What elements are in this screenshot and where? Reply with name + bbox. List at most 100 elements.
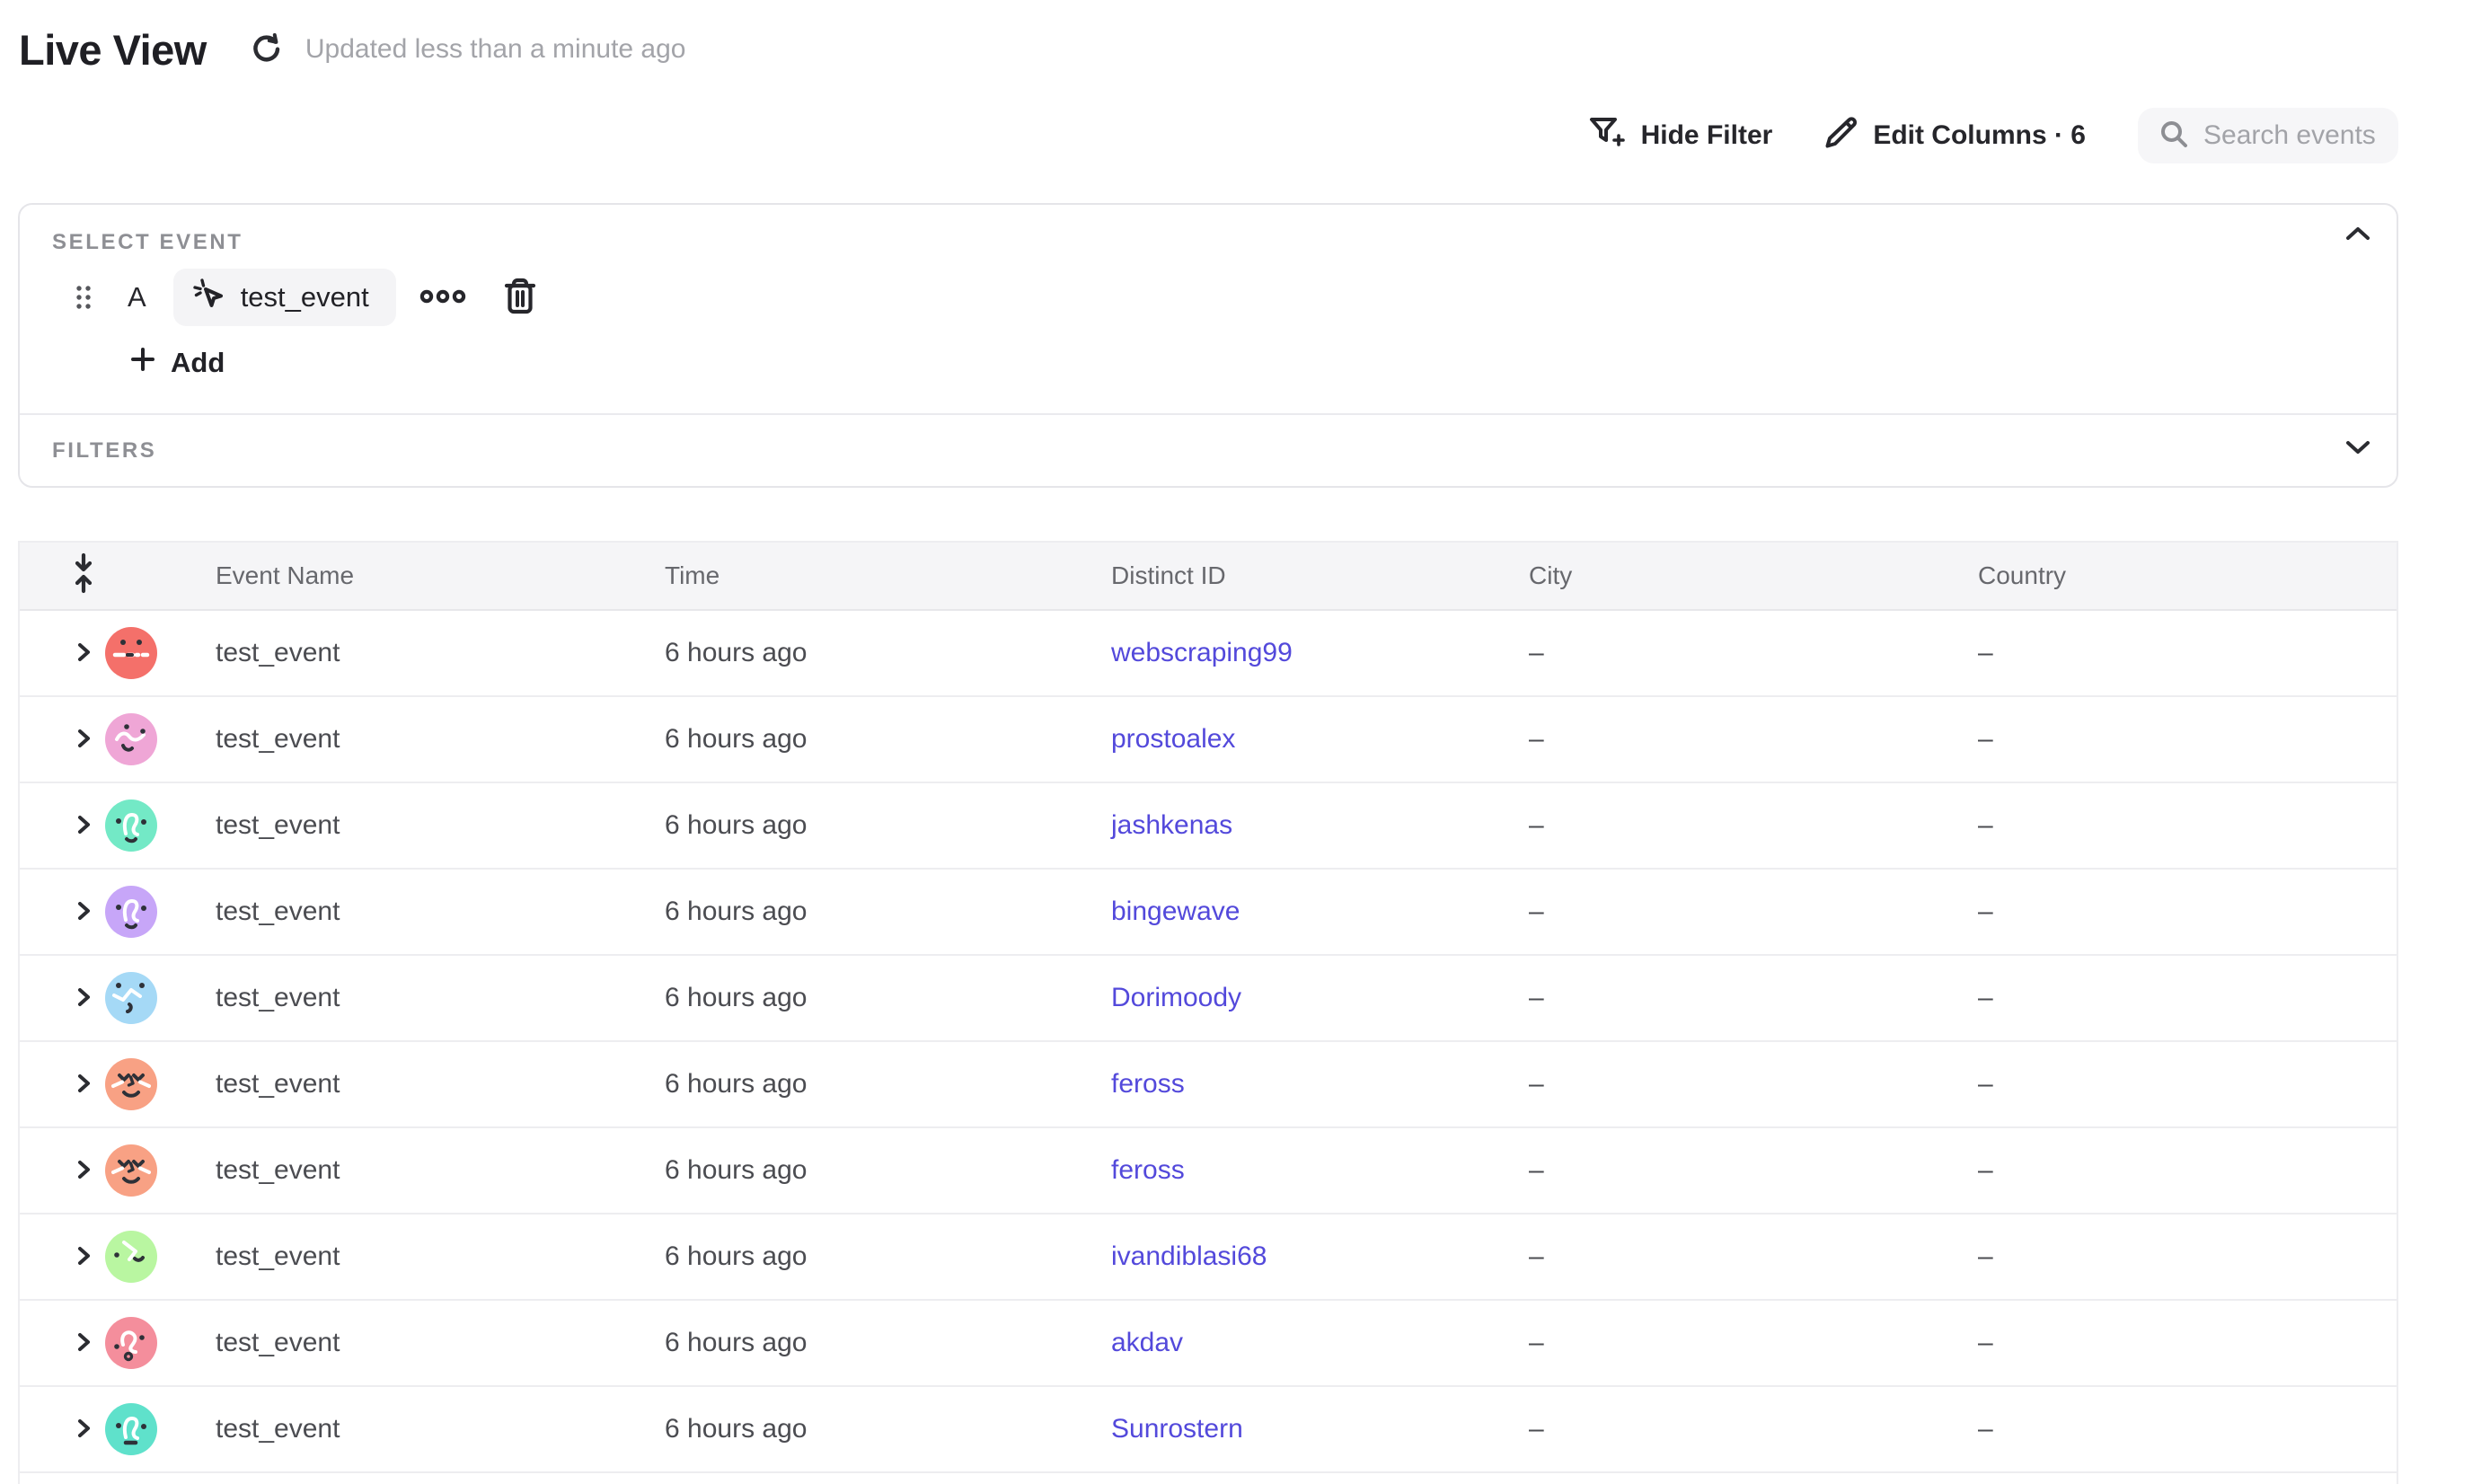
delete-event-button[interactable] — [502, 277, 538, 319]
distinct-id-link[interactable]: Dorimoody — [1111, 983, 1241, 1012]
header-distinct-id[interactable]: Distinct ID — [1095, 561, 1513, 590]
distinct-id-link[interactable]: Sunrostern — [1111, 1414, 1243, 1444]
event-name-cell: test_event — [199, 983, 649, 1013]
hide-filter-button[interactable]: Hide Filter — [1588, 114, 1773, 157]
distinct-id-link[interactable]: ivandiblasi68 — [1111, 1241, 1267, 1271]
user-avatar — [105, 1317, 157, 1369]
collapse-all-button[interactable] — [20, 552, 105, 600]
expand-row-button[interactable] — [72, 1158, 95, 1184]
expand-row-button[interactable] — [72, 1417, 95, 1443]
table-body: test_event 6 hours ago webscraping99 – –… — [20, 611, 2397, 1473]
country-cell: – — [1962, 724, 2397, 755]
event-name-cell: test_event — [199, 1155, 649, 1186]
table-row: test_event 6 hours ago jashkenas – – — [20, 783, 2397, 870]
search-icon — [2159, 119, 2188, 153]
user-avatar — [105, 713, 157, 765]
expand-row-button[interactable] — [72, 640, 95, 667]
refresh-button[interactable] — [250, 32, 282, 67]
user-avatar — [105, 799, 157, 852]
pencil-icon — [1824, 116, 1858, 156]
city-cell: – — [1513, 1414, 1962, 1444]
edit-columns-button[interactable]: Edit Columns · 6 — [1824, 116, 2086, 156]
event-time-cell: 6 hours ago — [649, 1155, 1095, 1186]
event-time-cell: 6 hours ago — [649, 1241, 1095, 1272]
chevron-right-icon — [72, 985, 95, 1011]
event-name-cell: test_event — [199, 1241, 649, 1272]
user-avatar — [105, 1403, 157, 1455]
add-event-button[interactable]: Add — [130, 347, 225, 379]
refresh-icon — [250, 32, 282, 67]
events-table: Event Name Time Distinct ID City Country… — [18, 541, 2398, 1484]
table-row: test_event 6 hours ago Sunrostern – – — [20, 1387, 2397, 1473]
header-event-name[interactable]: Event Name — [199, 561, 649, 590]
chevron-down-icon — [2344, 446, 2371, 459]
user-avatar — [105, 627, 157, 679]
selected-event-chip[interactable]: test_event — [173, 269, 396, 326]
distinct-id-link[interactable]: akdav — [1111, 1328, 1183, 1357]
updated-status: Updated less than a minute ago — [305, 34, 686, 65]
expand-row-button[interactable] — [72, 813, 95, 839]
expand-row-button[interactable] — [72, 1330, 95, 1356]
three-dots-icon — [419, 286, 466, 310]
plus-icon — [130, 347, 155, 379]
expand-row-button[interactable] — [72, 899, 95, 925]
drag-handle-icon[interactable] — [74, 283, 93, 312]
chevron-right-icon — [72, 1330, 95, 1356]
distinct-id-link[interactable]: feross — [1111, 1069, 1185, 1099]
table-row: test_event 6 hours ago feross – – — [20, 1128, 2397, 1215]
country-cell: – — [1962, 810, 2397, 841]
event-options-button[interactable] — [419, 286, 466, 310]
selected-event-name: test_event — [241, 281, 369, 314]
chevron-right-icon — [72, 1244, 95, 1270]
event-time-cell: 6 hours ago — [649, 1328, 1095, 1358]
city-cell: – — [1513, 1241, 1962, 1272]
distinct-id-link[interactable]: jashkenas — [1111, 810, 1232, 840]
table-row: test_event 6 hours ago bingewave – – — [20, 870, 2397, 956]
header-country[interactable]: Country — [1962, 561, 2397, 590]
event-time-cell: 6 hours ago — [649, 638, 1095, 668]
table-header-row: Event Name Time Distinct ID City Country — [20, 541, 2397, 611]
city-cell: – — [1513, 1155, 1962, 1186]
user-avatar — [105, 972, 157, 1024]
header-time[interactable]: Time — [649, 561, 1095, 590]
distinct-id-link[interactable]: bingewave — [1111, 897, 1240, 926]
city-cell: – — [1513, 1069, 1962, 1100]
distinct-id-link[interactable]: prostoalex — [1111, 724, 1235, 754]
country-cell: – — [1962, 897, 2397, 927]
distinct-id-link[interactable]: webscraping99 — [1111, 638, 1293, 667]
event-name-cell: test_event — [199, 810, 649, 841]
expand-filters-button[interactable] — [2344, 438, 2371, 459]
event-name-cell: test_event — [199, 1328, 649, 1358]
collapse-section-button[interactable] — [2344, 225, 2371, 245]
chevron-right-icon — [72, 1072, 95, 1098]
select-event-section: SELECT EVENT A — [20, 205, 2397, 413]
country-cell: – — [1962, 983, 2397, 1013]
event-time-cell: 6 hours ago — [649, 724, 1095, 755]
event-time-cell: 6 hours ago — [649, 1414, 1095, 1444]
expand-row-button[interactable] — [72, 985, 95, 1011]
table-row: test_event 6 hours ago prostoalex – – — [20, 697, 2397, 783]
city-cell: – — [1513, 897, 1962, 927]
country-cell: – — [1962, 1414, 2397, 1444]
expand-row-button[interactable] — [72, 727, 95, 753]
event-letter: A — [128, 281, 146, 314]
event-time-cell: 6 hours ago — [649, 1069, 1095, 1100]
search-events-input[interactable] — [2203, 120, 2382, 151]
expand-row-button[interactable] — [72, 1072, 95, 1098]
chevron-right-icon — [72, 640, 95, 667]
search-events-box[interactable] — [2138, 108, 2398, 163]
distinct-id-link[interactable]: feross — [1111, 1155, 1185, 1185]
country-cell: – — [1962, 1328, 2397, 1358]
city-cell: – — [1513, 638, 1962, 668]
header-city[interactable]: City — [1513, 561, 1962, 590]
country-cell: – — [1962, 638, 2397, 668]
chevron-right-icon — [72, 1417, 95, 1443]
table-row: test_event 6 hours ago Dorimoody – – — [20, 956, 2397, 1042]
country-cell: – — [1962, 1241, 2397, 1272]
user-avatar — [105, 1231, 157, 1283]
table-row: test_event 6 hours ago ivandiblasi68 – – — [20, 1215, 2397, 1301]
user-avatar — [105, 1058, 157, 1110]
expand-row-button[interactable] — [72, 1244, 95, 1270]
country-cell: – — [1962, 1069, 2397, 1100]
chevron-right-icon — [72, 1158, 95, 1184]
